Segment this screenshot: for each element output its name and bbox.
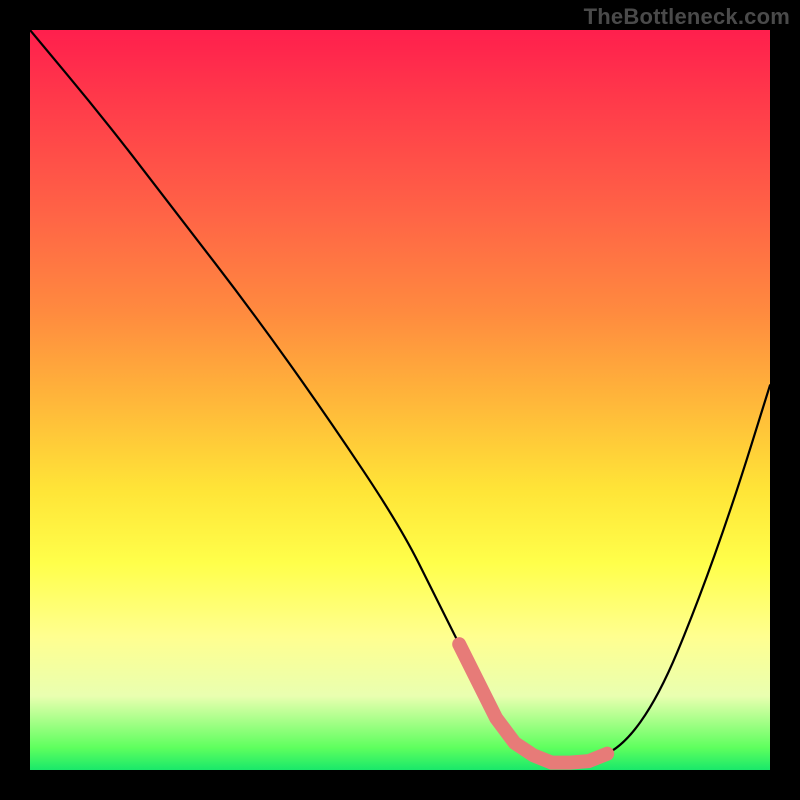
watermark-text: TheBottleneck.com — [584, 4, 790, 30]
chart-gradient-background — [30, 30, 770, 770]
chart-frame: TheBottleneck.com — [0, 0, 800, 800]
